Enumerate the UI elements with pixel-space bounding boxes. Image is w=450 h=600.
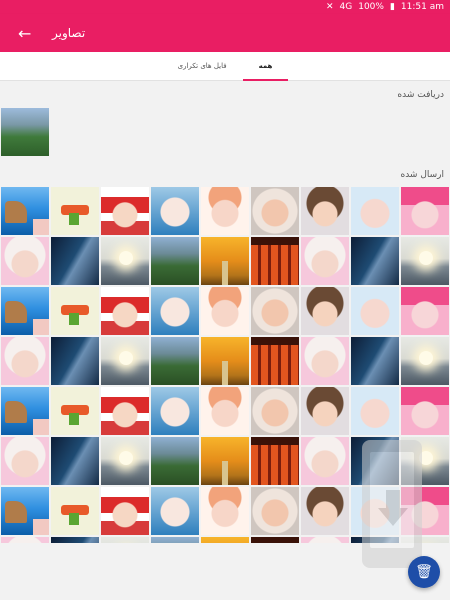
image-thumbnail[interactable] — [351, 487, 399, 535]
image-thumbnail[interactable] — [301, 187, 349, 235]
image-thumbnail[interactable] — [51, 387, 99, 435]
image-thumbnail[interactable] — [201, 387, 249, 435]
image-thumbnail[interactable] — [351, 287, 399, 335]
tab-bar: فایل های تکراری همه — [0, 52, 450, 81]
received-section-title: دریافت شده — [397, 90, 444, 100]
image-thumbnail[interactable] — [101, 237, 149, 285]
image-thumbnail[interactable] — [401, 337, 449, 385]
sent-grid — [0, 187, 450, 543]
image-thumbnail[interactable] — [1, 187, 49, 235]
image-thumbnail[interactable] — [301, 287, 349, 335]
image-thumbnail[interactable] — [301, 437, 349, 485]
image-thumbnail[interactable] — [201, 537, 249, 543]
tab-duplicates[interactable]: فایل های تکراری — [162, 52, 243, 80]
sent-section-title: ارسال شده — [400, 170, 444, 180]
mute-icon: ✕ — [325, 2, 334, 12]
image-thumbnail[interactable] — [1, 237, 49, 285]
image-thumbnail[interactable] — [401, 387, 449, 435]
tab-all[interactable]: همه — [242, 52, 289, 81]
image-thumbnail[interactable] — [151, 387, 199, 435]
image-thumbnail[interactable] — [351, 187, 399, 235]
image-thumbnail[interactable] — [1, 337, 49, 385]
image-thumbnail[interactable] — [101, 487, 149, 535]
image-thumbnail[interactable] — [151, 487, 199, 535]
image-thumbnail[interactable] — [301, 237, 349, 285]
image-thumbnail[interactable] — [1, 537, 49, 543]
image-thumbnail[interactable] — [51, 337, 99, 385]
image-thumbnail[interactable] — [251, 487, 299, 535]
image-thumbnail[interactable] — [201, 237, 249, 285]
clock: 11:51 am — [400, 2, 444, 12]
image-thumbnail[interactable] — [201, 187, 249, 235]
battery-percent: 100% — [358, 2, 384, 12]
image-thumbnail[interactable] — [201, 287, 249, 335]
image-thumbnail[interactable] — [301, 387, 349, 435]
delete-button[interactable]: 🗑 — [408, 556, 440, 588]
image-thumbnail[interactable] — [151, 187, 199, 235]
page-title: تصاویر — [52, 26, 86, 40]
image-thumbnail[interactable] — [201, 337, 249, 385]
image-thumbnail[interactable] — [151, 537, 199, 543]
battery-icon: ▮ — [389, 2, 395, 12]
image-thumbnail[interactable] — [51, 187, 99, 235]
image-thumbnail[interactable] — [401, 537, 449, 543]
image-thumbnail[interactable] — [51, 487, 99, 535]
image-thumbnail[interactable] — [251, 337, 299, 385]
image-thumbnail[interactable] — [251, 437, 299, 485]
trash-icon: 🗑 — [415, 564, 433, 580]
received-grid — [0, 108, 450, 158]
image-thumbnail[interactable] — [401, 437, 449, 485]
image-thumbnail[interactable] — [101, 387, 149, 435]
image-thumbnail[interactable] — [201, 487, 249, 535]
image-thumbnail[interactable] — [351, 437, 399, 485]
image-thumbnail[interactable] — [401, 237, 449, 285]
image-thumbnail[interactable] — [301, 487, 349, 535]
image-thumbnail[interactable] — [151, 287, 199, 335]
image-thumbnail[interactable] — [251, 387, 299, 435]
network-icon: 4G — [339, 2, 353, 12]
image-thumbnail[interactable] — [101, 437, 149, 485]
image-thumbnail[interactable] — [351, 237, 399, 285]
image-thumbnail[interactable] — [1, 487, 49, 535]
image-thumbnail[interactable] — [101, 537, 149, 543]
image-thumbnail[interactable] — [51, 287, 99, 335]
image-thumbnail[interactable] — [151, 437, 199, 485]
image-thumbnail[interactable] — [301, 337, 349, 385]
image-thumbnail[interactable] — [351, 387, 399, 435]
image-thumbnail[interactable] — [151, 237, 199, 285]
image-thumbnail[interactable] — [101, 337, 149, 385]
image-thumbnail[interactable] — [201, 437, 249, 485]
image-thumbnail[interactable] — [51, 237, 99, 285]
image-thumbnail[interactable] — [101, 287, 149, 335]
image-thumbnail[interactable] — [1, 437, 49, 485]
image-thumbnail[interactable] — [51, 437, 99, 485]
image-thumbnail[interactable] — [251, 537, 299, 543]
image-thumbnail[interactable] — [1, 287, 49, 335]
image-thumbnail[interactable] — [1, 108, 49, 156]
image-thumbnail[interactable] — [351, 337, 399, 385]
image-thumbnail[interactable] — [351, 537, 399, 543]
status-bar: ✕ 4G 100% ▮ 11:51 am — [0, 0, 450, 14]
image-thumbnail[interactable] — [401, 487, 449, 535]
image-thumbnail[interactable] — [401, 187, 449, 235]
image-thumbnail[interactable] — [251, 187, 299, 235]
app-bar: ← تصاویر — [0, 14, 450, 52]
image-thumbnail[interactable] — [1, 387, 49, 435]
arrow-back-icon[interactable]: ← — [18, 24, 38, 43]
image-thumbnail[interactable] — [401, 287, 449, 335]
image-thumbnail[interactable] — [151, 337, 199, 385]
image-thumbnail[interactable] — [251, 287, 299, 335]
image-thumbnail[interactable] — [101, 187, 149, 235]
image-thumbnail[interactable] — [51, 537, 99, 543]
image-thumbnail[interactable] — [251, 237, 299, 285]
image-thumbnail[interactable] — [301, 537, 349, 543]
